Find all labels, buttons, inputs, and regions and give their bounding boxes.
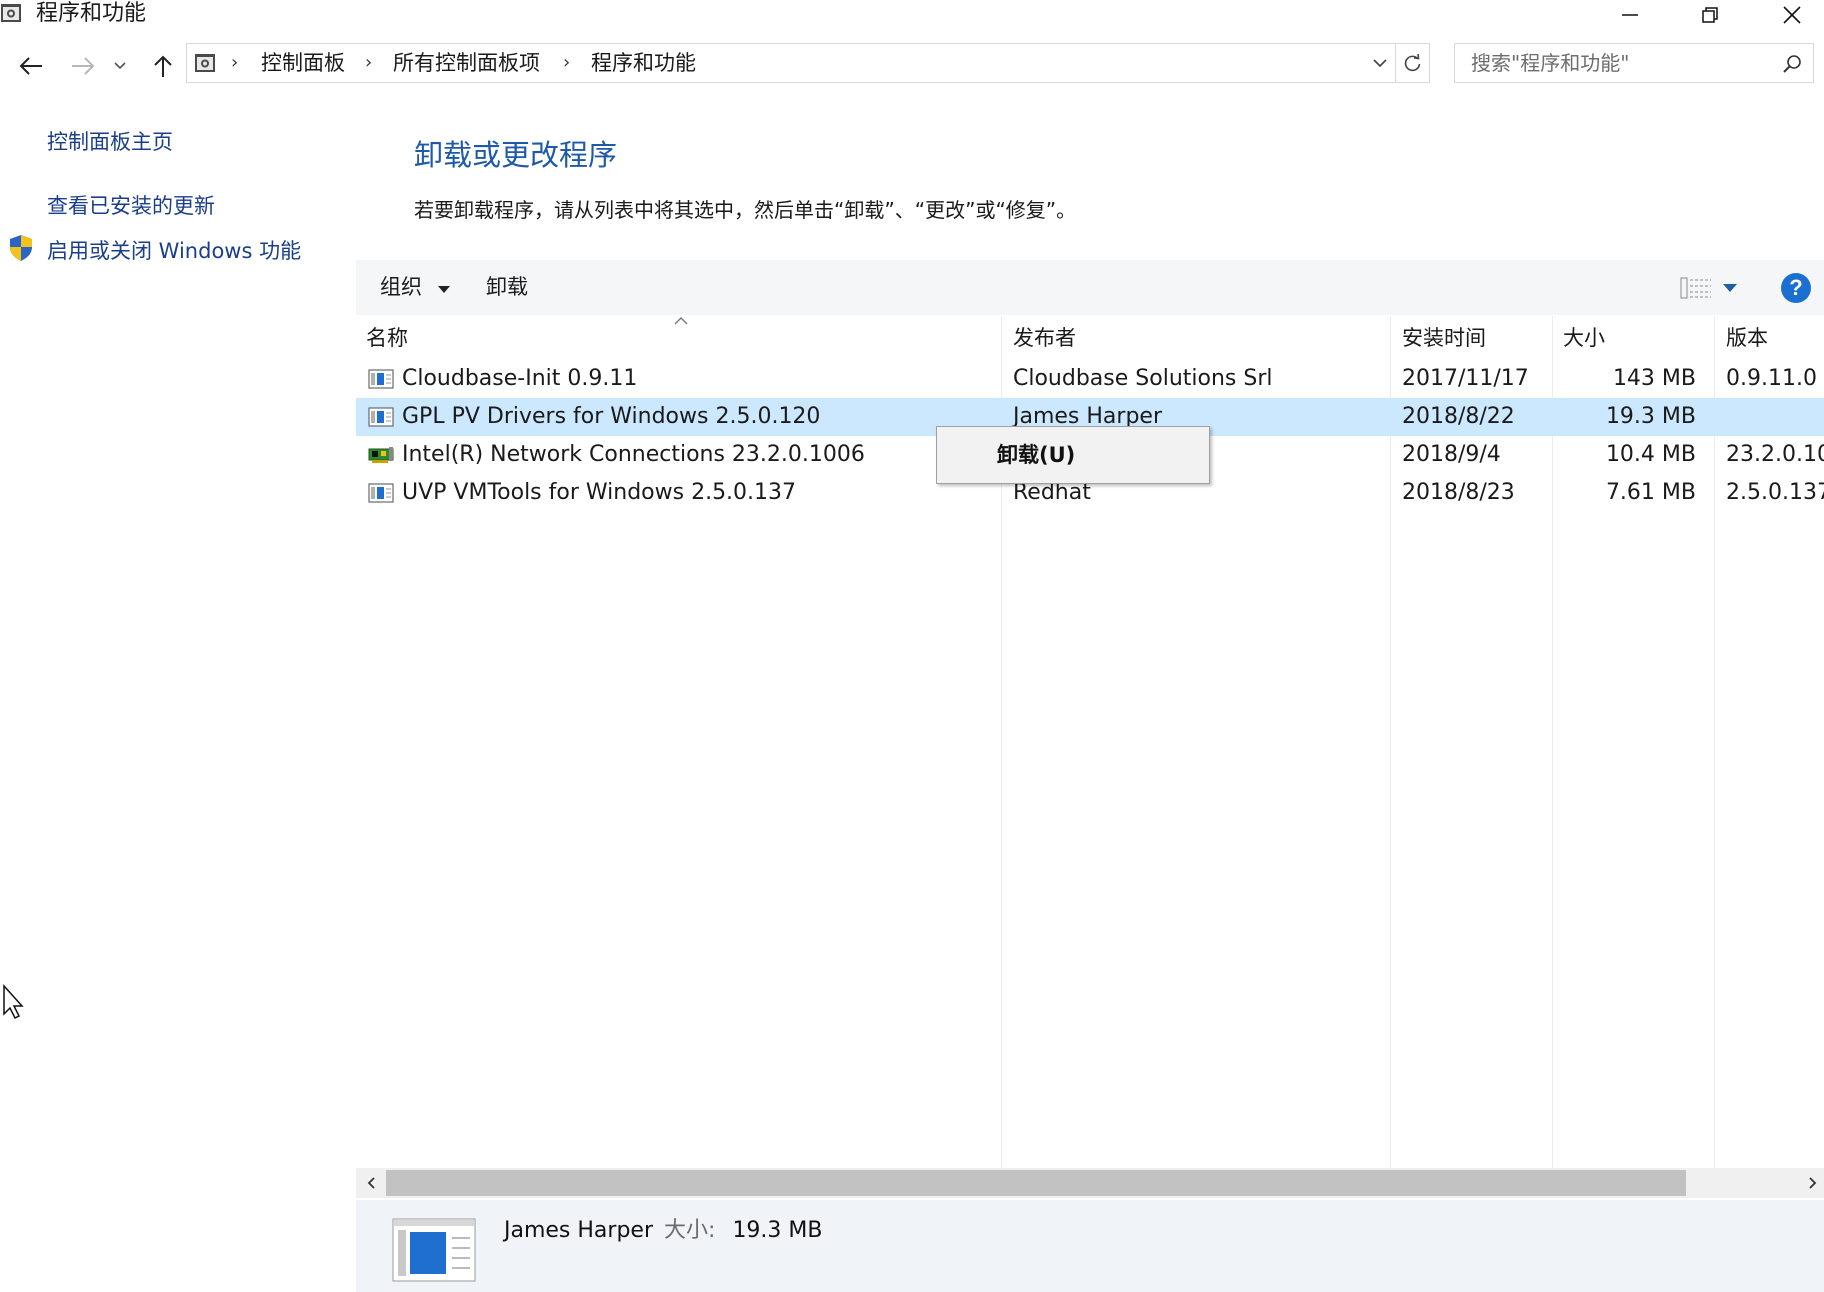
program-name: GPL PV Drivers for Windows 2.5.0.120 (402, 404, 821, 429)
chevron-right-icon: › (231, 52, 239, 73)
command-bar: 组织 卸载 ? (356, 260, 1824, 315)
program-icon (368, 407, 394, 427)
forward-arrow-icon (72, 57, 95, 75)
svg-text:?: ? (1789, 275, 1802, 300)
details-view-icon (1680, 277, 1711, 299)
column-header-publisher[interactable]: 发布者 (1013, 322, 1076, 354)
up-button[interactable] (146, 45, 180, 87)
program-version: 23.2.0.100 (1726, 442, 1824, 467)
up-arrow-icon (154, 55, 172, 77)
program-name: Cloudbase-Init 0.9.11 (402, 366, 638, 391)
context-menu-uninstall[interactable]: 卸载(U) (997, 427, 1075, 483)
refresh-button[interactable] (1395, 44, 1430, 82)
restore-icon (1702, 7, 1718, 23)
dropdown-arrow-icon (1723, 284, 1737, 292)
context-menu: 卸载(U) (936, 426, 1210, 484)
back-button[interactable] (14, 45, 48, 87)
control-panel-icon (195, 54, 215, 72)
program-installed-date: 2018/9/4 (1402, 442, 1501, 467)
address-dropdown-button[interactable] (1367, 44, 1393, 82)
horizontal-scrollbar[interactable] (356, 1168, 1824, 1198)
table-row[interactable]: Cloudbase-Init 0.9.11 Cloudbase Solution… (356, 360, 1824, 398)
windows-features-link[interactable]: 启用或关闭 Windows 功能 (47, 235, 301, 265)
details-text: James Harper 大小: 19.3 MB (504, 1212, 823, 1244)
search-icon (1783, 55, 1801, 73)
column-header-version[interactable]: 版本 (1726, 322, 1768, 354)
mouse-cursor-icon (3, 984, 24, 1020)
details-pane: James Harper 大小: 19.3 MB (356, 1200, 1824, 1292)
column-header-size[interactable]: 大小 (1563, 322, 1605, 354)
minimize-icon (1622, 14, 1638, 16)
program-name: UVP VMTools for Windows 2.5.0.137 (402, 480, 797, 505)
back-arrow-icon (19, 57, 42, 75)
control-panel-icon (1, 4, 21, 22)
help-button[interactable]: ? (1780, 272, 1812, 304)
column-header-name[interactable]: 名称 (366, 322, 408, 354)
details-size-label: 大小: (664, 1218, 716, 1243)
window-title: 程序和功能 (36, 1, 147, 26)
address-bar[interactable]: › 控制面板 › 所有控制面板项 › 程序和功能 (186, 43, 1430, 83)
program-name: Intel(R) Network Connections 23.2.0.1006 (402, 442, 865, 467)
breadcrumb-control-panel[interactable]: 控制面板 (261, 44, 345, 82)
minimize-button[interactable] (1602, 0, 1658, 30)
view-options-button[interactable] (1680, 274, 1752, 302)
chevron-down-icon (114, 62, 126, 70)
chevron-right-icon: › (563, 52, 571, 73)
dropdown-arrow-icon (437, 286, 450, 293)
details-size-value: 19.3 MB (732, 1218, 823, 1243)
help-icon: ? (1781, 273, 1811, 303)
search-box[interactable]: 搜索"程序和功能" (1454, 43, 1814, 83)
page-title: 卸载或更改程序 (414, 138, 618, 172)
program-publisher: Cloudbase Solutions Srl (1013, 366, 1273, 391)
program-icon (368, 483, 394, 503)
chevron-right-icon: › (365, 52, 373, 73)
network-card-icon (368, 447, 394, 463)
organize-label: 组织 (380, 275, 422, 299)
forward-button[interactable] (66, 45, 100, 87)
chevron-right-icon (1809, 1177, 1817, 1189)
scroll-left-button[interactable] (360, 1168, 382, 1198)
chevron-down-icon (1373, 59, 1387, 68)
refresh-icon (1404, 53, 1421, 72)
close-button[interactable] (1764, 0, 1820, 30)
program-version: 0.9.11.0 (1726, 366, 1817, 391)
control-panel-home-link[interactable]: 控制面板主页 (47, 126, 173, 156)
program-installed-date: 2017/11/17 (1402, 366, 1529, 391)
close-icon (1783, 6, 1801, 24)
chevron-left-icon (367, 1177, 375, 1189)
scrollbar-thumb[interactable] (386, 1170, 1686, 1196)
program-large-icon (392, 1218, 476, 1282)
search-input[interactable]: 搜索"程序和功能" (1471, 44, 1629, 82)
restore-button[interactable] (1682, 0, 1738, 30)
recent-locations-button[interactable] (110, 45, 130, 87)
program-size: 143 MB (1612, 366, 1696, 391)
sort-ascending-icon (674, 317, 688, 325)
program-installed-date: 2018/8/22 (1402, 404, 1515, 429)
uninstall-toolbar-button[interactable]: 卸载 (486, 260, 528, 315)
installed-updates-link[interactable]: 查看已安装的更新 (47, 190, 215, 220)
column-header-installed-on[interactable]: 安装时间 (1402, 322, 1486, 354)
program-version: 2.5.0.137 (1726, 480, 1824, 505)
program-size: 19.3 MB (1605, 404, 1696, 429)
program-icon (368, 369, 394, 389)
page-description: 若要卸载程序，请从列表中将其选中，然后单击“卸载”、“更改”或“修复”。 (414, 198, 1077, 222)
title-bar: 程序和功能 (0, 0, 1824, 30)
program-size: 7.61 MB (1605, 480, 1696, 505)
program-size: 10.4 MB (1605, 442, 1696, 467)
breadcrumb-programs-features[interactable]: 程序和功能 (591, 44, 696, 82)
program-installed-date: 2018/8/23 (1402, 480, 1515, 505)
details-publisher: James Harper (504, 1218, 654, 1243)
organize-button[interactable]: 组织 (380, 260, 451, 315)
shield-icon (10, 235, 32, 261)
breadcrumb-all-items[interactable]: 所有控制面板项 (393, 44, 540, 82)
scroll-right-button[interactable] (1802, 1168, 1824, 1198)
